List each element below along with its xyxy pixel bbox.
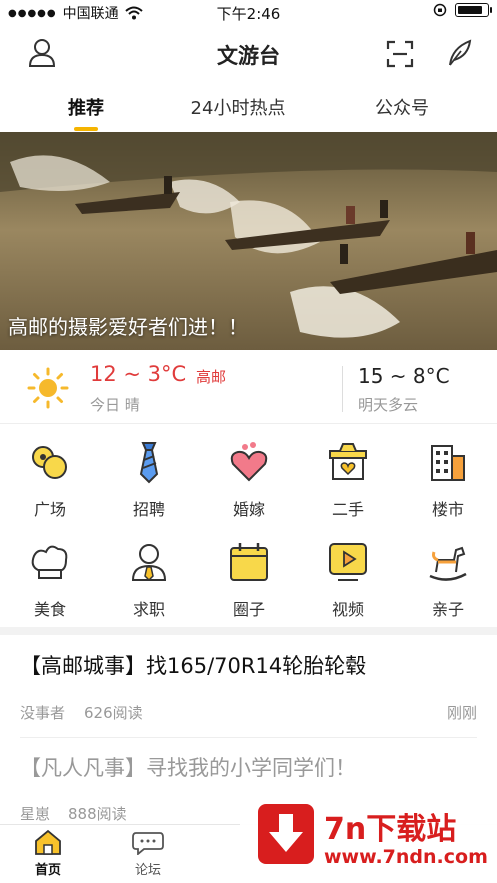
news-title[interactable]: 【高邮城事】找165/70R14轮胎轮毂 [20, 650, 366, 680]
download-arrow-icon [258, 804, 314, 864]
grid-item-wedding[interactable]: 婚嫁 [199, 440, 299, 520]
weather-divider [342, 366, 343, 412]
tie-icon [139, 442, 159, 484]
grid-label: 二手 [331, 500, 364, 519]
news-read-count: 626阅读 [84, 704, 143, 722]
plaza-icon [32, 446, 67, 479]
list-divider [20, 737, 477, 738]
status-bar: ●●●●● 中国联通 下午2:46 [0, 0, 497, 24]
banner-carousel[interactable]: 高邮的摄影爱好者们进！！ [0, 132, 497, 350]
play-video-icon [329, 543, 367, 581]
rocking-horse-icon [429, 546, 467, 581]
grid-item-plaza[interactable]: 广场 [0, 440, 100, 520]
grid-label: 招聘 [132, 500, 165, 519]
nav-label: 首页 [34, 863, 61, 878]
grid-label: 亲子 [431, 600, 464, 619]
grid-label: 楼市 [431, 500, 464, 519]
news-title[interactable]: 【凡人凡事】寻找我的小学同学们！ [20, 752, 356, 782]
grid-label: 圈子 [232, 600, 265, 619]
chat-bubble-icon [132, 832, 164, 856]
active-tab-indicator [74, 127, 98, 131]
tomorrow-temperature: 15 ~ 8°C [358, 364, 450, 388]
secondhand-box-icon [329, 443, 367, 480]
banner-caption: 高邮的摄影爱好者们进！！ [8, 315, 248, 339]
building-icon [431, 445, 465, 481]
weather-widget[interactable]: 12 ~ 3°C 高邮 今日 晴 15 ~ 8°C 明天多云 [0, 352, 497, 424]
news-time: 刚刚 [446, 704, 477, 722]
news-author: 星崽 [20, 805, 51, 823]
status-time: 下午2:46 [216, 5, 281, 23]
grid-item-parenting[interactable]: 亲子 [398, 540, 497, 620]
grid-label: 广场 [33, 500, 66, 519]
grid-label: 视频 [331, 600, 364, 619]
heart-icon [230, 442, 268, 482]
battery-icon [455, 3, 492, 17]
compose-feather-icon[interactable] [446, 38, 474, 68]
today-condition: 今日 晴 [90, 396, 140, 414]
news-author: 没事者 [20, 704, 66, 722]
grid-item-video[interactable]: 视频 [298, 540, 398, 620]
grid-item-food[interactable]: 美食 [0, 540, 100, 620]
watermark-brand: 7n下载站 [324, 812, 457, 847]
tab-24h-hot[interactable]: 24小时热点 [178, 94, 298, 120]
section-separator [0, 627, 497, 635]
grid-label: 求职 [132, 600, 165, 619]
nav-forum[interactable]: 论坛 [113, 829, 183, 878]
grid-label: 美食 [33, 600, 66, 619]
scan-icon[interactable] [386, 40, 414, 68]
today-temperature: 12 ~ 3°C [90, 362, 187, 386]
calendar-icon [230, 543, 268, 581]
job-seeker-icon [131, 544, 167, 582]
tomorrow-condition: 明天多云 [358, 396, 419, 414]
city-name: 高邮 [196, 368, 227, 386]
grid-item-job-seeking[interactable]: 求职 [99, 540, 199, 620]
grid-item-secondhand[interactable]: 二手 [298, 440, 398, 520]
tab-bar: 推荐 24小时热点 公众号 [0, 86, 497, 130]
chef-hat-icon [31, 545, 68, 579]
grid-item-recruit[interactable]: 招聘 [99, 440, 199, 520]
grid-item-property[interactable]: 楼市 [398, 440, 497, 520]
home-icon [35, 829, 61, 855]
download-site-watermark[interactable]: 7n下载站 www.7ndn.com [240, 790, 497, 883]
watermark-url: www.7ndn.com [324, 846, 488, 868]
page-title: 文游台 [217, 44, 280, 68]
grid-item-circle[interactable]: 圈子 [199, 540, 299, 620]
news-read-count: 888阅读 [68, 805, 127, 823]
nav-home[interactable]: 首页 [13, 829, 83, 878]
tab-official-accounts[interactable]: 公众号 [362, 94, 442, 120]
app-header: 文游台 [0, 26, 497, 82]
nav-label: 论坛 [134, 863, 161, 878]
tab-recommend[interactable]: 推荐 [56, 94, 116, 120]
grid-label: 婚嫁 [232, 500, 265, 519]
orientation-lock-icon [433, 3, 447, 17]
sun-icon [27, 367, 69, 409]
